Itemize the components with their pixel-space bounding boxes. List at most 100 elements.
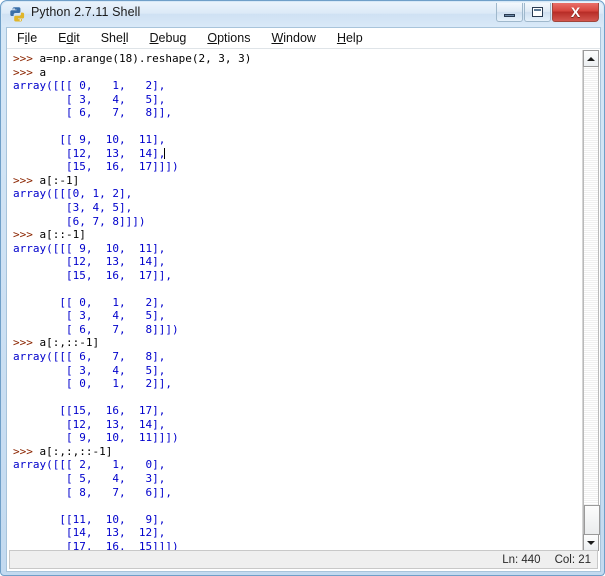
shell-output-line: [6, 7, 8]]]) [13, 215, 573, 229]
shell-text-area[interactable]: >>> a=np.arange(18).reshape(2, 3, 3) >>> … [9, 51, 598, 566]
shell-result-text: array([[[0, 1, 2], [13, 187, 133, 201]
close-button[interactable]: X [552, 3, 599, 22]
shell-output[interactable]: >>> a=np.arange(18).reshape(2, 3, 3) >>> … [13, 52, 573, 567]
shell-result-text: array([[[ 9, 10, 11], [13, 241, 166, 255]
shell-input-line: >>> a [13, 66, 573, 80]
menu-item-options[interactable]: Options [207, 30, 259, 46]
shell-output-line: [ 3, 4, 5], [13, 93, 573, 107]
shell-output-line: [ 6, 7, 8]]]) [13, 323, 573, 337]
window-controls: X [496, 3, 599, 22]
shell-input-line: >>> a[:,:,::-1] [13, 445, 573, 459]
shell-result-text: [15, 16, 17]]]) [13, 160, 179, 174]
shell-output-line: [15, 16, 17]]]) [13, 160, 573, 174]
shell-input-line: >>> a[::-1] [13, 228, 573, 242]
shell-output-line [13, 120, 573, 134]
title-bar[interactable]: Python 2.7.11 Shell X [2, 2, 603, 27]
shell-input-line: >>> a=np.arange(18).reshape(2, 3, 3) [13, 52, 573, 66]
shell-result-text: [6, 7, 8]]]) [13, 214, 146, 228]
shell-result-text: [ 3, 4, 5], [13, 92, 166, 106]
python-logo-icon [9, 6, 26, 23]
shell-output-line: [ 0, 1, 2]], [13, 377, 573, 391]
minimize-icon [504, 13, 515, 17]
menu-label-help: Help [336, 31, 363, 45]
maximize-icon [532, 7, 543, 17]
shell-result-text: [15, 16, 17]], [13, 268, 172, 282]
chevron-down-icon [587, 540, 595, 545]
shell-result-text: [[ 0, 1, 2], [13, 295, 166, 309]
shell-prompt: >>> [13, 444, 40, 458]
menu-item-help[interactable]: Help [337, 30, 372, 46]
menu-item-file[interactable]: File [17, 30, 46, 46]
python-shell-window: Python 2.7.11 Shell X File Edit Shell De… [0, 0, 605, 576]
shell-output-line: [[ 0, 1, 2], [13, 296, 573, 310]
shell-output-line: [ 6, 7, 8]], [13, 106, 573, 120]
shell-output-line: [[15, 16, 17], [13, 404, 573, 418]
shell-output-line: [12, 13, 14], [13, 418, 573, 432]
menu-item-debug[interactable]: Debug [150, 30, 196, 46]
shell-output-line: [12, 13, 14], [13, 255, 573, 269]
menu-item-shell[interactable]: Shell [101, 30, 138, 46]
window-title: Python 2.7.11 Shell [31, 5, 141, 19]
shell-output-line: array([[[ 0, 1, 2], [13, 79, 573, 93]
shell-result-text: [[15, 16, 17], [13, 404, 166, 418]
shell-output-line: array([[[ 9, 10, 11], [13, 242, 573, 256]
shell-prompt: >>> [13, 65, 40, 79]
shell-result-text: [ 5, 4, 3], [13, 471, 166, 485]
shell-output-line: array([[[ 2, 1, 0], [13, 458, 573, 472]
status-line-number: Ln: 440 [502, 553, 541, 566]
shell-result-text: [ 3, 4, 5], [13, 309, 166, 323]
chevron-up-icon [587, 56, 595, 61]
shell-output-line [13, 391, 573, 405]
shell-input-line: >>> a[:,::-1] [13, 336, 573, 350]
shell-output-line: [[11, 10, 9], [13, 513, 573, 527]
shell-result-text: [12, 13, 14], [13, 417, 166, 431]
menu-bar: File Edit Shell Debug Options Window Hel… [7, 28, 600, 49]
shell-result-text: [ 3, 4, 5], [13, 363, 166, 377]
shell-output-line: array([[[0, 1, 2], [13, 187, 573, 201]
close-icon: X [570, 4, 581, 20]
shell-output-line: [ 9, 10, 11]]]) [13, 431, 573, 445]
shell-result-text: [12, 13, 14], [13, 255, 166, 269]
vertical-scrollbar[interactable] [582, 50, 600, 551]
scroll-down-button[interactable] [583, 534, 599, 551]
shell-command-text: a[:,::-1] [39, 336, 100, 350]
menu-label-debug: Debug [149, 31, 187, 45]
menu-label-file: File [17, 31, 38, 45]
scrollbar-track[interactable] [583, 67, 600, 535]
shell-result-text: array([[[ 0, 1, 2], [13, 79, 166, 93]
shell-result-text: [ 6, 7, 8]], [13, 106, 172, 120]
status-column-number: Col: 21 [554, 553, 591, 566]
menu-label-shell: Shell [100, 31, 129, 45]
scroll-up-button[interactable] [583, 50, 599, 67]
menu-label-window: Window [271, 31, 316, 45]
shell-command-text: a[::-1] [39, 228, 86, 242]
shell-command-text: a=np.arange(18).reshape(2, 3, 3) [39, 52, 252, 65]
shell-output-line: [ 8, 7, 6]], [13, 486, 573, 500]
text-caret [164, 147, 166, 159]
shell-result-text: [ 8, 7, 6]], [13, 485, 172, 499]
maximize-button[interactable] [524, 3, 551, 22]
shell-output-line: [[ 9, 10, 11], [13, 133, 573, 147]
shell-result-text: [ 0, 1, 2]], [13, 377, 172, 391]
shell-input-line: >>> a[:-1] [13, 174, 573, 188]
shell-result-text: [ 9, 10, 11]]]) [13, 431, 179, 445]
menu-item-window[interactable]: Window [271, 30, 324, 46]
menu-label-edit: Edit [58, 31, 80, 45]
shell-result-text: [[ 9, 10, 11], [13, 133, 166, 147]
shell-output-line [13, 282, 573, 296]
shell-command-text: a [39, 65, 47, 79]
shell-output-line: [ 5, 4, 3], [13, 472, 573, 486]
shell-result-text: [ 6, 7, 8]]]) [13, 322, 179, 336]
shell-result-text: array([[[ 6, 7, 8], [13, 350, 166, 364]
minimize-button[interactable] [496, 3, 523, 22]
shell-result-text: [3, 4, 5], [13, 201, 133, 215]
shell-result-text: [14, 13, 12], [13, 526, 166, 540]
shell-prompt: >>> [13, 336, 40, 350]
shell-result-text: [[11, 10, 9], [13, 512, 166, 526]
scrollbar-thumb[interactable] [584, 505, 600, 535]
menu-label-options: Options [207, 31, 251, 45]
shell-result-text: array([[[ 2, 1, 0], [13, 458, 166, 472]
shell-output-line [13, 499, 573, 513]
menu-item-edit[interactable]: Edit [58, 30, 89, 46]
shell-output-line: [15, 16, 17]], [13, 269, 573, 283]
